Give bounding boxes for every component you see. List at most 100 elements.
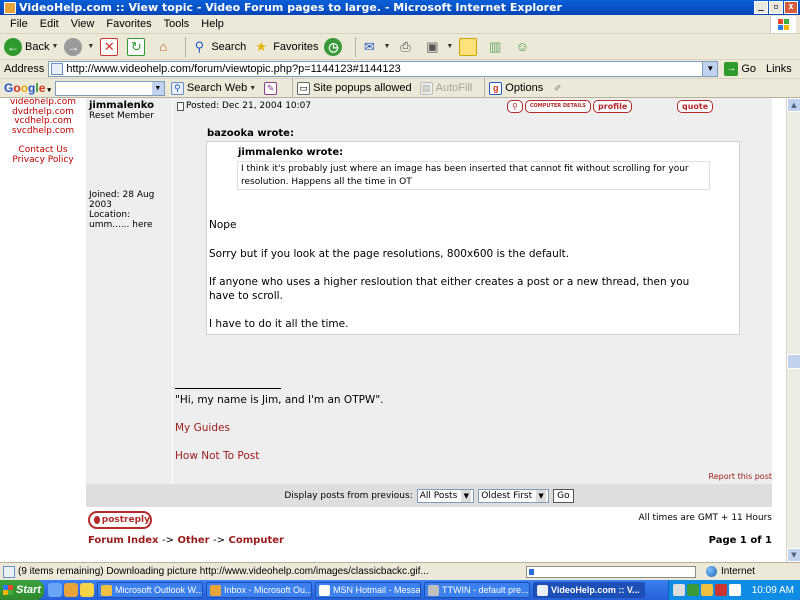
title-bar[interactable]: VideoHelp.com :: View topic - Video Foru… (0, 0, 800, 15)
search-button[interactable]: ⚲ Search (190, 38, 247, 56)
go-button[interactable]: → Go (724, 62, 756, 76)
start-button[interactable]: Start (0, 580, 44, 600)
chevron-down-icon[interactable]: ▼ (51, 43, 58, 50)
profile-button[interactable]: profile (593, 100, 633, 113)
author-meta: Joined: 28 Aug 2003 Location: umm...... … (89, 190, 167, 230)
forward-button[interactable]: → ▼ (64, 37, 94, 56)
options-button[interactable]: g Options (489, 81, 543, 95)
menu-tools[interactable]: Tools (158, 18, 196, 30)
scroll-up-icon[interactable]: ▲ (787, 98, 800, 112)
toolbar-separator (185, 36, 187, 57)
popups-label: Site popups allowed (313, 82, 412, 94)
taskbar-button[interactable]: Inbox - Microsoft Ou... (206, 582, 312, 598)
computer-details-button[interactable]: COMPUTER DETAILS (524, 100, 592, 113)
edit-button[interactable]: ▣ ▼ (423, 38, 453, 56)
pagerank-button[interactable]: ✎ (264, 81, 280, 95)
author-column: jimmalenko Reset Member Joined: 28 Aug 2… (86, 98, 172, 484)
mail-button[interactable]: ✉ ▼ (360, 38, 390, 56)
menu-view[interactable]: View (65, 18, 101, 30)
google-options-icon: g (489, 81, 503, 95)
links-button[interactable]: Links (766, 63, 792, 75)
globe-icon (706, 566, 717, 577)
research-button[interactable]: ▥ (486, 38, 507, 56)
how-not-to-post-link[interactable]: How Not To Post (175, 450, 259, 462)
privacy-link[interactable]: Privacy Policy (0, 155, 86, 166)
tray-icon[interactable] (729, 584, 741, 596)
scroll-thumb[interactable] (787, 354, 800, 369)
chevron-down-icon[interactable]: ▼ (87, 43, 94, 50)
taskbar-button[interactable]: Microsoft Outlook W... (97, 582, 203, 598)
breadcrumb-forum-index[interactable]: Forum Index (88, 535, 158, 546)
close-button[interactable]: x (784, 1, 798, 14)
chevron-down-icon[interactable]: ▼ (702, 62, 718, 76)
autofill-button[interactable]: ▤ AutoFill (419, 81, 473, 95)
taskbar-button[interactable]: MSN Hotmail - Messa... (315, 582, 421, 598)
print-button[interactable]: ⎙ (396, 38, 417, 56)
reply-paragraph: Nope (209, 219, 237, 231)
page-icon (4, 1, 16, 14)
taskbar-button[interactable]: VideoHelp.com :: V... (533, 582, 645, 598)
chevron-down-icon[interactable]: ▼ (151, 81, 164, 95)
home-button[interactable]: ⌂ (154, 38, 175, 56)
chevron-down-icon[interactable]: ▼ (249, 85, 256, 92)
tray-icon[interactable] (715, 584, 727, 596)
history-button[interactable]: ◷ (324, 37, 345, 56)
menu-file[interactable]: File (4, 18, 34, 30)
search-user-button[interactable]: ⚲ (507, 100, 523, 113)
tray-icon[interactable] (701, 584, 713, 596)
menu-help[interactable]: Help (195, 18, 230, 30)
breadcrumb-other[interactable]: Other (177, 535, 209, 546)
scroll-down-icon[interactable]: ▼ (787, 548, 800, 562)
display-go-button[interactable]: Go (553, 489, 574, 503)
refresh-button[interactable]: ↻ (127, 37, 148, 56)
stop-button[interactable]: ✕ (100, 37, 121, 56)
popup-blocker-button[interactable]: ▭ Site popups allowed (297, 81, 412, 95)
posts-filter-select[interactable]: All Posts ▼ (416, 489, 475, 503)
note-icon (459, 37, 478, 56)
sort-order-select[interactable]: Oldest First ▼ (478, 489, 550, 503)
ie-icon[interactable] (48, 583, 62, 597)
chevron-down-icon[interactable]: ▼ (383, 43, 390, 50)
search-web-button[interactable]: ⚲ Search Web ▼ (170, 81, 256, 95)
chevron-down-icon: ▼ (536, 490, 547, 502)
google-logo[interactable]: Google ▾ (4, 81, 51, 95)
autofill-icon: ▤ (419, 81, 433, 95)
restore-button[interactable]: ▫ (769, 1, 783, 14)
tray-icon[interactable] (673, 584, 685, 596)
google-search-input[interactable]: ▼ (54, 80, 165, 96)
progress-fill (529, 568, 534, 575)
app-icon (428, 584, 439, 596)
display-posts-row: Display posts from previous: All Posts ▼ … (86, 485, 772, 507)
autofill-label: AutoFill (435, 82, 473, 94)
start-label: Start (16, 584, 42, 596)
page-icon (3, 565, 15, 578)
notes-button[interactable] (459, 37, 480, 56)
folder-icon[interactable] (80, 583, 94, 597)
page-content: videohelp.com dvdrhelp.com vcdhelp.com s… (0, 98, 786, 562)
report-post-link[interactable]: Report this post (709, 472, 772, 481)
status-bar: (9 items remaining) Downloading picture … (0, 562, 800, 580)
back-button[interactable]: ← Back ▼ (4, 37, 58, 56)
vertical-scrollbar[interactable]: ▲ ▼ (786, 98, 800, 562)
highlight-button[interactable]: ✐ (551, 82, 567, 95)
page-icon (51, 63, 64, 75)
address-input[interactable]: http://www.videohelp.com/forum/viewtopic… (48, 61, 719, 77)
outlook-icon[interactable] (64, 583, 78, 597)
chevron-down-icon[interactable]: ▼ (446, 43, 453, 50)
quote-button[interactable]: quote (677, 100, 714, 113)
messenger-button[interactable]: ☺ (513, 38, 534, 56)
breadcrumb-computer[interactable]: Computer (229, 535, 284, 546)
taskbar-button[interactable]: TTWIN - default pre... (424, 582, 530, 598)
tray-icon[interactable] (687, 584, 699, 596)
menu-favorites[interactable]: Favorites (100, 18, 157, 30)
menu-edit[interactable]: Edit (34, 18, 65, 30)
toolbar-separator (355, 36, 357, 57)
sort-order-value: Oldest First (481, 491, 533, 501)
post-reply-button[interactable]: postreply (88, 511, 152, 529)
timezone-note: All times are GMT + 11 Hours (638, 513, 773, 523)
minimize-button[interactable]: _ (754, 1, 768, 14)
favorites-button[interactable]: ★ Favorites (252, 38, 318, 56)
report-row: Report this post (86, 472, 772, 484)
nav-link-svcdhelp[interactable]: svcdhelp.com (0, 126, 86, 137)
my-guides-link[interactable]: My Guides (175, 422, 230, 434)
